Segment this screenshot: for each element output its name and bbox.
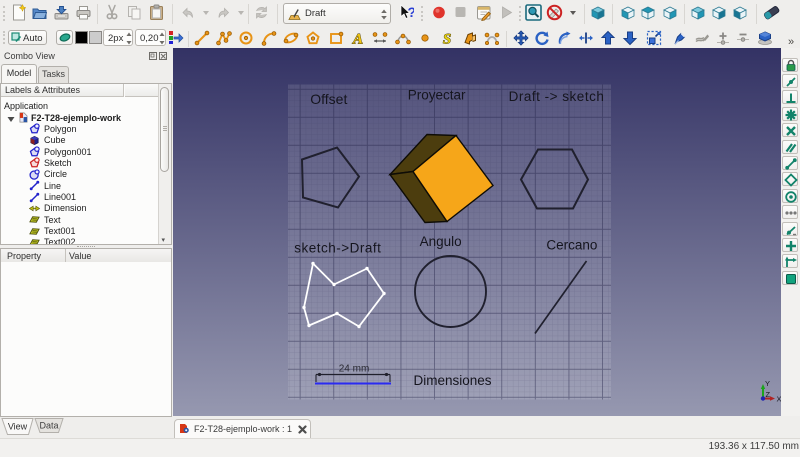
svg-text:A: A (352, 31, 363, 46)
svg-text:24 mm: 24 mm (339, 364, 370, 375)
svg-text:View: View (8, 422, 28, 432)
svg-text:Angulo: Angulo (420, 234, 462, 249)
svg-text:Cercano: Cercano (546, 238, 597, 253)
svg-text:Offset: Offset (310, 91, 347, 107)
svg-text:Data: Data (39, 421, 58, 431)
svg-text:sketch->Draft: sketch->Draft (294, 241, 381, 256)
svg-text:Proyectar: Proyectar (408, 88, 466, 103)
svg-text:Z: Z (766, 390, 771, 399)
svg-text:Y: Y (765, 379, 770, 388)
svg-text:Draft -> sketch: Draft -> sketch (509, 89, 605, 104)
svg-text:Dimensiones: Dimensiones (413, 373, 491, 388)
svg-text:S: S (443, 31, 451, 46)
